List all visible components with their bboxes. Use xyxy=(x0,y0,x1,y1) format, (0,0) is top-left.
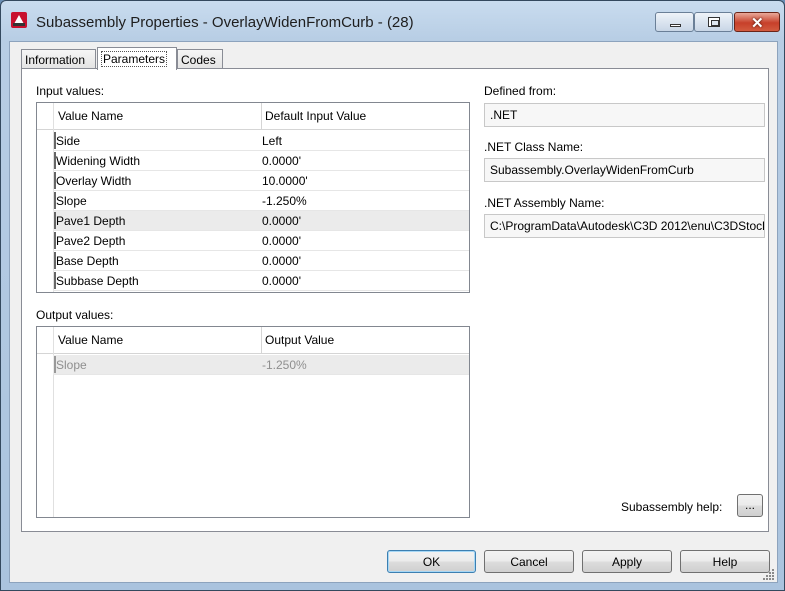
row-header-column xyxy=(37,327,54,517)
tab-label: Information xyxy=(25,53,86,67)
civil3d-subassembly-icon xyxy=(11,12,27,28)
close-button[interactable]: ✕ xyxy=(734,12,780,32)
tab-information[interactable]: Information xyxy=(21,49,96,69)
cell-value[interactable]: 0.0000' xyxy=(262,214,301,228)
minimize-icon xyxy=(670,24,681,27)
cell-value-name: Slope xyxy=(56,194,87,208)
cell-value[interactable]: 0.0000' xyxy=(262,154,301,168)
parameters-panel: Input values: Value Name Default Input V… xyxy=(21,68,769,532)
column-header-value-name[interactable]: Value Name xyxy=(58,333,123,347)
cell-value[interactable]: -1.250% xyxy=(262,194,307,208)
column-header-value-name[interactable]: Value Name xyxy=(58,109,123,123)
cell-value[interactable]: Left xyxy=(262,134,282,148)
cell-value-name: Pave1 Depth xyxy=(56,214,126,228)
dialog-client-area: Information Parameters Codes Input value… xyxy=(9,41,778,583)
subassembly-help-label: Subassembly help: xyxy=(621,500,723,514)
tab-label: Codes xyxy=(181,53,216,67)
cell-value-name: Side xyxy=(56,134,81,148)
table-row[interactable]: Slope -1.250% xyxy=(53,355,469,375)
cell-value-name: Subbase Depth xyxy=(56,274,139,288)
net-assembly-name-label: .NET Assembly Name: xyxy=(484,196,605,210)
table-row[interactable]: Pave2 Depth 0.0000' xyxy=(53,231,469,251)
table-row[interactable]: Slope -1.250% xyxy=(53,191,469,211)
tab-label: Parameters xyxy=(101,51,168,67)
column-header-default-input-value[interactable]: Default Input Value xyxy=(265,109,366,123)
tab-parameters[interactable]: Parameters xyxy=(97,47,177,70)
apply-button[interactable]: Apply xyxy=(582,550,672,573)
cell-value-name: Pave2 Depth xyxy=(56,234,126,248)
net-class-name-field[interactable]: Subassembly.OverlayWidenFromCurb xyxy=(484,158,765,182)
defined-from-label: Defined from: xyxy=(484,84,557,98)
table-row[interactable]: Side Left xyxy=(53,131,469,151)
input-values-label: Input values: xyxy=(36,84,105,98)
cell-value[interactable]: 0.0000' xyxy=(262,254,301,268)
table-row[interactable]: Subbase Depth 0.0000' xyxy=(53,271,469,291)
cell-value[interactable]: 10.0000' xyxy=(262,174,308,188)
column-header-output-value[interactable]: Output Value xyxy=(265,333,334,347)
minimize-button[interactable] xyxy=(655,12,694,32)
help-button[interactable]: Help xyxy=(680,550,770,573)
dialog-window: Subassembly Properties - OverlayWidenFro… xyxy=(0,0,785,591)
close-icon: ✕ xyxy=(751,15,764,32)
subassembly-help-button[interactable]: ... xyxy=(737,494,763,517)
maximize-button[interactable] xyxy=(694,12,733,32)
cell-value-name: Widening Width xyxy=(56,154,141,168)
resize-grip-icon[interactable] xyxy=(763,568,775,580)
cell-value: -1.250% xyxy=(262,358,307,372)
ok-button[interactable]: OK xyxy=(387,550,476,573)
maximize-icon xyxy=(708,17,720,27)
defined-from-field[interactable]: .NET xyxy=(484,103,765,127)
cell-value[interactable]: 0.0000' xyxy=(262,274,301,288)
cell-value-name: Slope xyxy=(56,358,87,372)
table-row[interactable]: Base Depth 0.0000' xyxy=(53,251,469,271)
cell-value-name: Base Depth xyxy=(56,254,119,268)
output-values-grid[interactable]: Value Name Output Value Slope -1.250% xyxy=(36,326,470,518)
tab-codes[interactable]: Codes xyxy=(177,49,223,69)
row-header-column xyxy=(37,103,54,292)
cell-value-name: Overlay Width xyxy=(56,174,132,188)
grid-header: Value Name Default Input Value xyxy=(37,103,469,130)
title-bar[interactable]: Subassembly Properties - OverlayWidenFro… xyxy=(1,1,784,41)
table-row[interactable]: Widening Width 0.0000' xyxy=(53,151,469,171)
net-class-name-label: .NET Class Name: xyxy=(484,140,584,154)
table-row[interactable]: Pave1 Depth 0.0000' xyxy=(53,211,469,231)
window-title: Subassembly Properties - OverlayWidenFro… xyxy=(36,14,414,31)
grid-header: Value Name Output Value xyxy=(37,327,469,354)
input-values-grid[interactable]: Value Name Default Input Value Side Left … xyxy=(36,102,470,293)
cancel-button[interactable]: Cancel xyxy=(484,550,574,573)
cell-value[interactable]: 0.0000' xyxy=(262,234,301,248)
table-row[interactable]: Overlay Width 10.0000' xyxy=(53,171,469,191)
net-assembly-name-field[interactable]: C:\ProgramData\Autodesk\C3D 2012\enu\C3D… xyxy=(484,214,765,238)
output-values-label: Output values: xyxy=(36,308,114,322)
